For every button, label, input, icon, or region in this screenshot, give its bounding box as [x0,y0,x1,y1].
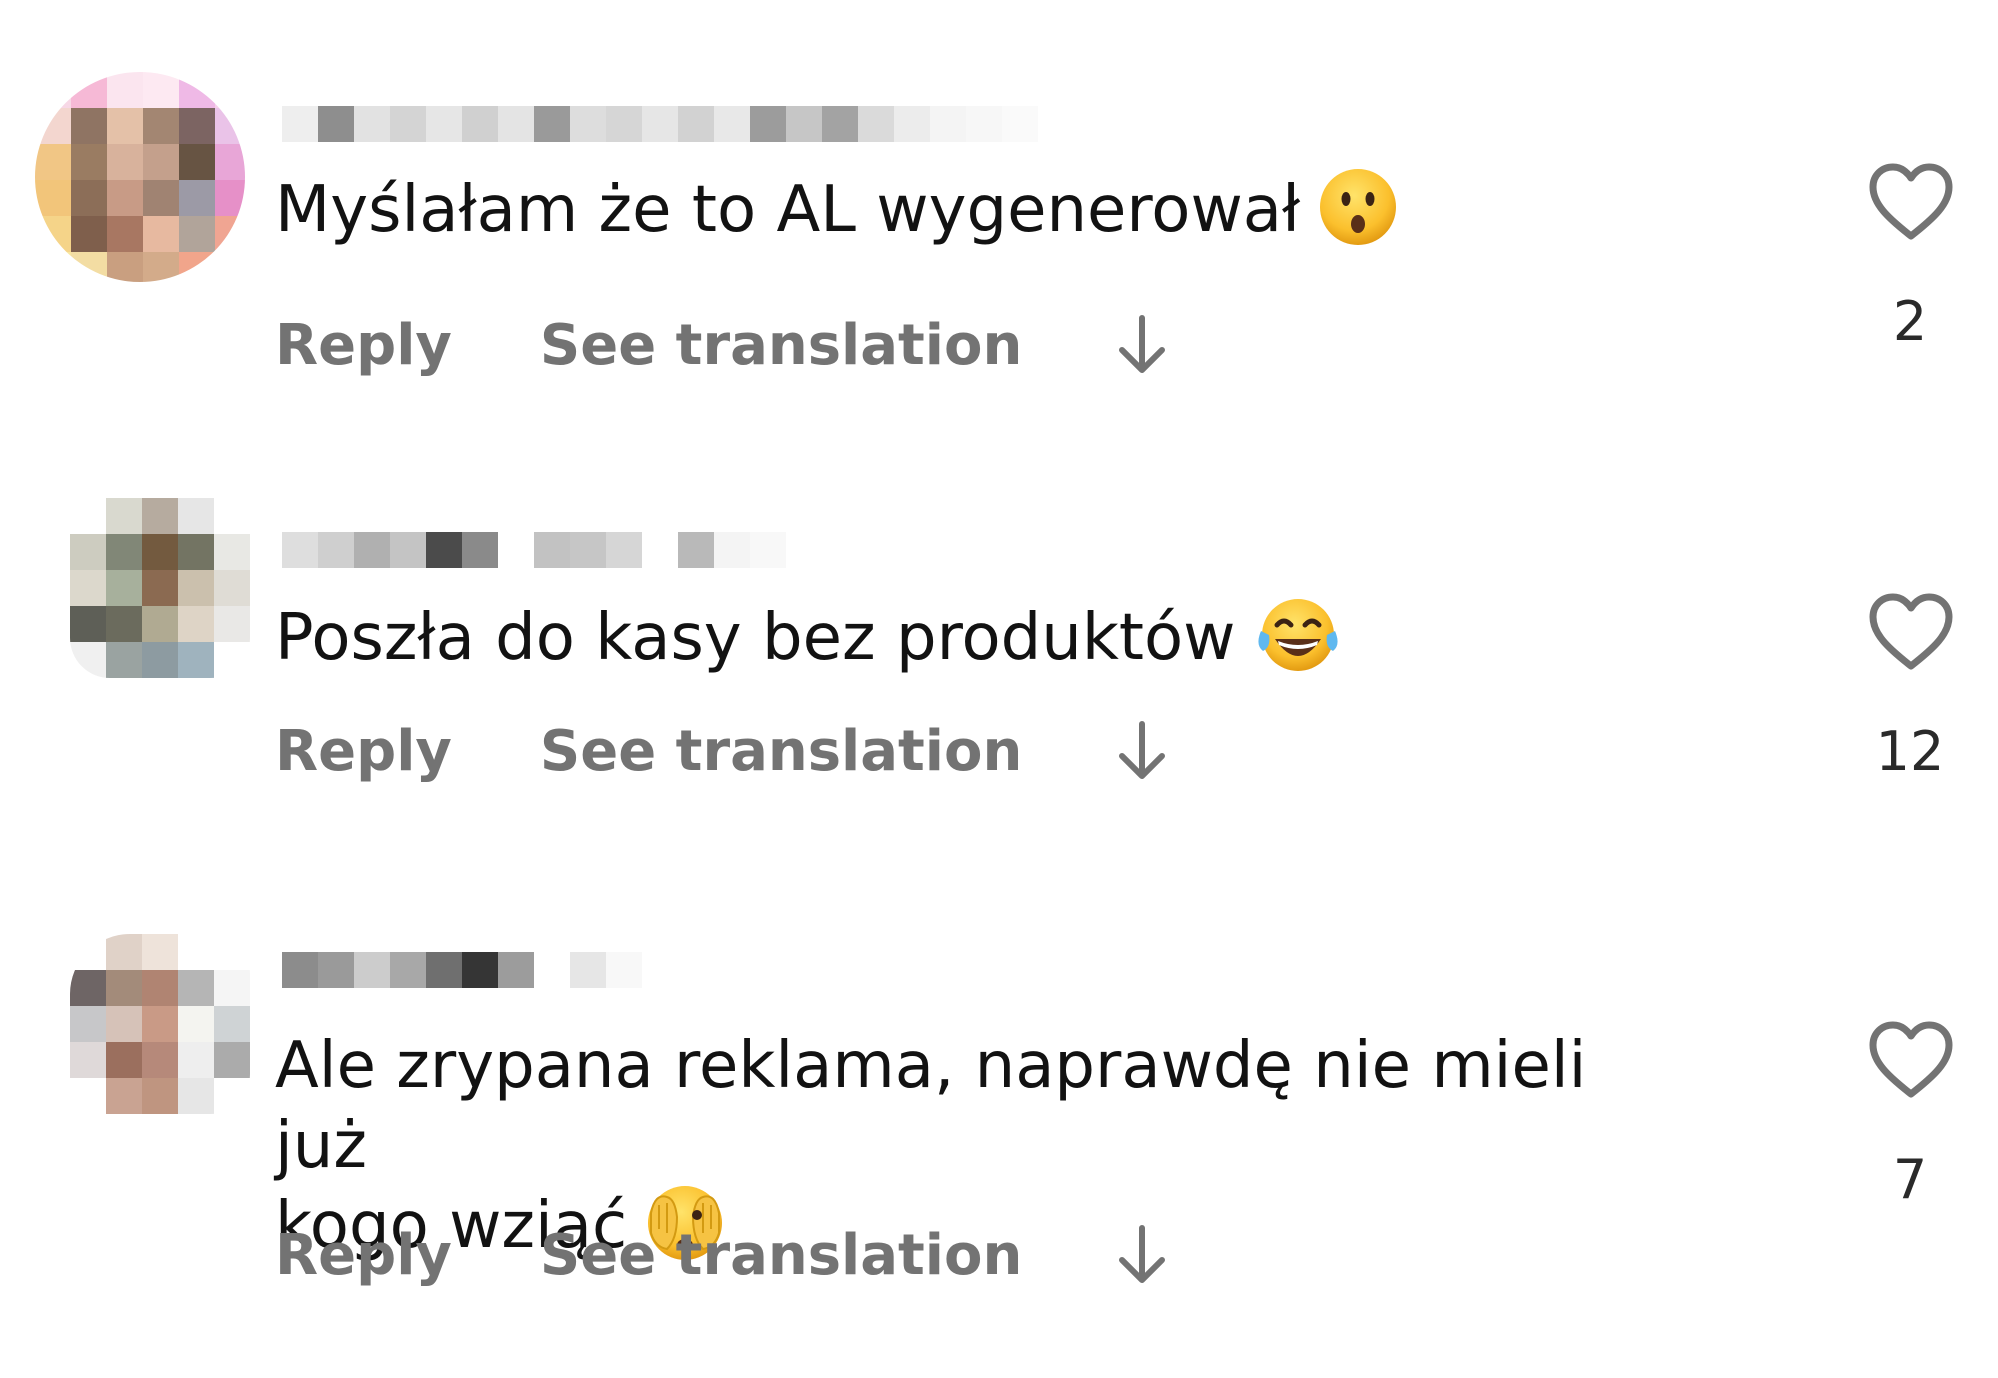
heart-outline-icon[interactable] [1868,162,1954,242]
comment-actions: Reply See translation [275,716,1170,786]
comment-actions: Reply See translation [275,310,1170,380]
comment-text-content: Poszła do kasy bez produktów [275,601,1236,675]
see-translation-button[interactable]: See translation [540,719,1022,784]
comment-text: Myślałam że to AL wygenerował [275,169,1695,253]
comment-text: Poszła do kasy bez produktów [275,598,1695,681]
arrow-down-icon[interactable] [1114,1220,1170,1290]
hushed-face-emoji [1320,169,1397,246]
avatar[interactable] [35,72,245,282]
see-translation-button[interactable]: See translation [540,1223,1022,1288]
like-count: 7 [1892,1148,1928,1211]
avatar[interactable] [70,498,250,678]
like-count: 2 [1892,290,1928,353]
username-blurred[interactable] [282,952,662,992]
username-blurred[interactable] [282,532,802,572]
reply-button[interactable]: Reply [275,313,452,378]
heart-outline-icon[interactable] [1868,1020,1954,1100]
reply-button[interactable]: Reply [275,719,452,784]
like-count: 12 [1875,720,1945,783]
heart-outline-icon[interactable] [1868,592,1954,672]
comment-actions: Reply See translation [275,1220,1170,1290]
arrow-down-icon[interactable] [1114,310,1170,380]
username-blurred[interactable] [282,106,1102,146]
reply-button[interactable]: Reply [275,1223,452,1288]
face-with-tears-of-joy-emoji [1258,599,1339,672]
arrow-down-icon[interactable] [1114,716,1170,786]
avatar[interactable] [70,934,250,1114]
comment-text-content: Myślałam że to AL wygenerował [275,173,1301,247]
see-translation-button[interactable]: See translation [540,313,1022,378]
